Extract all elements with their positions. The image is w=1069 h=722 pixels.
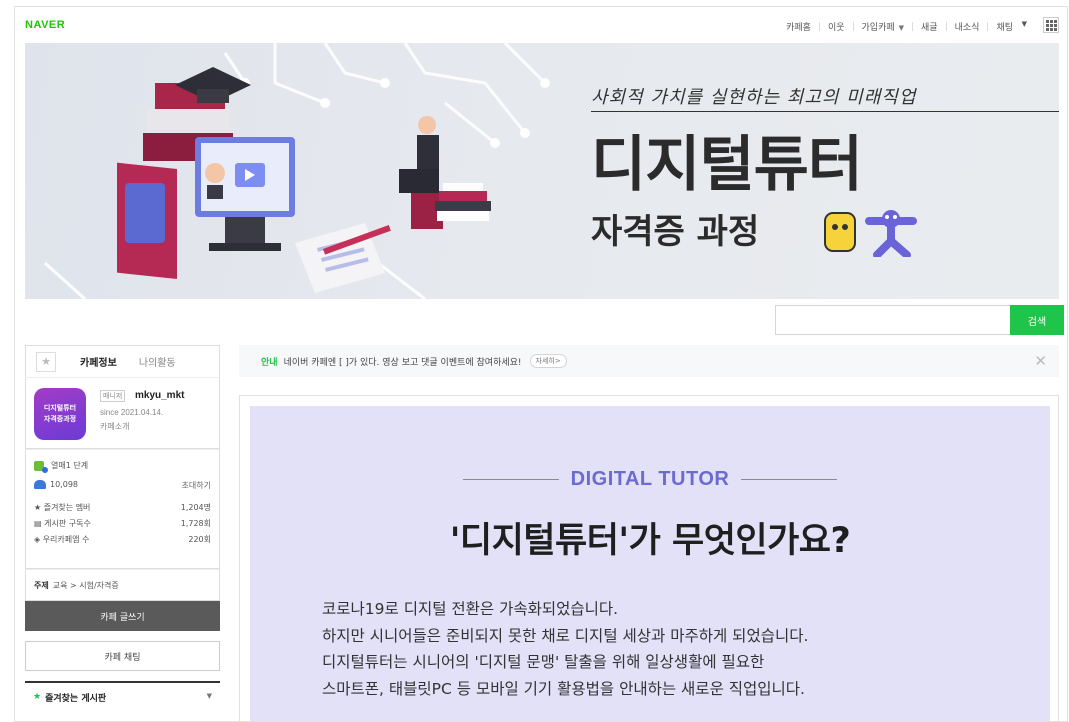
stat-value: 1,204명	[180, 503, 211, 512]
intro-line: 디지털튜터는 시니어의 '디지털 문맹' 탈출을 위해 일상생활에 필요한	[322, 653, 765, 672]
intro-body: 코로나19로 디지털 전환은 가속화되었습니다. 하지만 시니어들은 준비되지 …	[322, 596, 808, 703]
banner-slogan: 사회적 가치를 실현하는 최고의 미래직업	[591, 87, 917, 108]
favorite-boards-label: 즐겨찾는 게시판	[45, 693, 107, 704]
cafe-search-input[interactable]	[775, 305, 1011, 335]
cafe-level[interactable]: 열매1 단계	[34, 460, 89, 473]
chevron-down-icon: ▼	[898, 24, 905, 32]
stat-label: ◈ 우리카페앱 수	[34, 535, 90, 544]
favorite-boards-header[interactable]: ★ 즐겨찾는 게시판 ▼	[25, 681, 220, 711]
write-post-button[interactable]: 카페 글쓰기	[25, 601, 220, 631]
chevron-down-icon[interactable]: ▼	[207, 692, 212, 700]
gnb-link-my-news[interactable]: 내소식	[947, 20, 988, 33]
divider	[741, 479, 838, 480]
cafe-avatar[interactable]: 디지털튜터 자격증과정	[34, 388, 86, 440]
intro-label-row: DIGITAL TUTOR	[250, 468, 1050, 491]
gnb-link-new-posts[interactable]: 새글	[913, 20, 946, 33]
intro-line: 코로나19로 디지털 전환은 가속화되었습니다.	[322, 600, 619, 618]
notice-tag: 안내	[261, 357, 278, 368]
level-label: 열매1 단계	[51, 461, 89, 470]
notice-bar: 안내 네이버 카페엔 [ ]가 있다. 영상 보고 댓글 이벤트에 참여하세요!…	[239, 345, 1059, 377]
banner-title: 디지털튜터	[591, 130, 863, 200]
topic-value[interactable]: 교육 > 시험/자격증	[53, 580, 119, 591]
search-button[interactable]: 검색	[1010, 305, 1064, 335]
cafe-avatar-line2: 자격증과정	[43, 415, 77, 423]
cafe-avatar-line1: 디지털튜터	[43, 403, 77, 412]
chevron-down-icon[interactable]: ▼	[1022, 20, 1027, 28]
close-icon[interactable]: ✕	[1034, 352, 1047, 370]
gnb-link-neighbors[interactable]: 이웃	[820, 20, 853, 33]
intro-line: 스마트폰, 태블릿PC 등 모바일 기기 활용법을 안내하는 새로운 직업입니다…	[322, 679, 805, 698]
stat-label: ▤ 게시판 구독수	[34, 519, 91, 528]
since-date: since 2021.04.14.	[100, 408, 164, 417]
cafe-banner: 사회적 가치를 실현하는 최고의 미래직업 디지털튜터 자격증 과정	[25, 43, 1059, 299]
stat-label: ★ 즐겨찾는 멤버	[34, 503, 91, 512]
banner-divider	[591, 111, 1059, 112]
manager-badge: 매니저	[100, 390, 126, 402]
cafe-topic: 주제 교육 > 시험/자격증	[25, 569, 220, 601]
tab-my-activity[interactable]: 나의활동	[139, 354, 176, 369]
naver-logo[interactable]: NAVER	[25, 19, 65, 31]
divider	[462, 479, 559, 480]
star-icon[interactable]: ★	[36, 351, 56, 372]
level-icon	[34, 460, 48, 473]
gnb-links: 카페홈 이웃 가입카페 ▼ 새글 내소식 채팅	[778, 20, 1021, 33]
star-icon: ★	[33, 692, 42, 702]
mascot-illustration	[824, 210, 917, 257]
intro-card: DIGITAL TUTOR '디지털튜터'가 무엇인가요? 코로나19로 디지털…	[250, 406, 1050, 721]
main-content: DIGITAL TUTOR '디지털튜터'가 무엇인가요? 코로나19로 디지털…	[239, 395, 1059, 721]
topic-label: 주제	[34, 580, 49, 590]
stat-row[interactable]: ▤ 게시판 구독수 1,728회	[34, 518, 211, 529]
member-count-value: 10,098	[50, 480, 78, 489]
tab-cafe-info[interactable]: 카페정보	[80, 354, 117, 369]
intro-label: DIGITAL TUTOR	[570, 468, 730, 490]
members-icon	[34, 480, 46, 489]
stat-value: 220회	[188, 535, 211, 544]
manager-name[interactable]: mkyu_mkt	[135, 390, 184, 401]
gnb-link-label: 가입카페	[861, 23, 895, 33]
intro-line: 하지만 시니어들은 준비되지 못한 채로 디지털 세상과 마주하게 되었습니다.	[322, 626, 809, 645]
notice-text[interactable]: 네이버 카페엔 [ ]가 있다. 영상 보고 댓글 이벤트에 참여하세요!	[284, 355, 522, 368]
apps-grid-icon[interactable]	[1043, 17, 1059, 33]
cafe-sidebar: ★ 카페정보 나의활동 디지털튜터 자격증과정 매니저 mkyu_mkt sin…	[25, 345, 220, 711]
stat-value: 1,728회	[180, 519, 211, 528]
cafe-stats: 열매1 단계 10,098 초대하기 ★ 즐겨찾는 멤버 1,204명 ▤ 게시…	[25, 449, 220, 569]
gnb-link-cafe-home[interactable]: 카페홈	[778, 20, 819, 33]
stat-row[interactable]: ◈ 우리카페앱 수 220회	[34, 534, 211, 545]
cafe-chat-button[interactable]: 카페 채팅	[25, 641, 220, 671]
stat-row[interactable]: ★ 즐겨찾는 멤버 1,204명	[34, 502, 211, 513]
invite-link[interactable]: 초대하기	[182, 480, 211, 491]
intro-heading: '디지털튜터'가 무엇인가요?	[449, 521, 851, 561]
gnb-link-joined-cafes[interactable]: 가입카페 ▼	[854, 20, 913, 33]
member-count[interactable]: 10,098	[34, 480, 78, 489]
banner-subtitle: 자격증 과정	[591, 212, 760, 252]
notice-more-link[interactable]: 자세히>	[529, 354, 567, 368]
cafe-page: NAVER 카페홈 이웃 가입카페 ▼ 새글 내소식 채팅 ▼ 사회적 가치를 …	[14, 6, 1068, 722]
banner-illustration	[43, 43, 550, 299]
cafe-intro-link[interactable]: 카페소개	[100, 421, 129, 432]
top-nav: NAVER 카페홈 이웃 가입카페 ▼ 새글 내소식 채팅 ▼	[15, 7, 1067, 43]
gnb-link-chat[interactable]: 채팅	[988, 20, 1021, 33]
sidebar-tabs: ★ 카페정보 나의활동	[25, 345, 220, 377]
cafe-profile: 디지털튜터 자격증과정 매니저 mkyu_mkt since 2021.04.1…	[25, 377, 220, 449]
